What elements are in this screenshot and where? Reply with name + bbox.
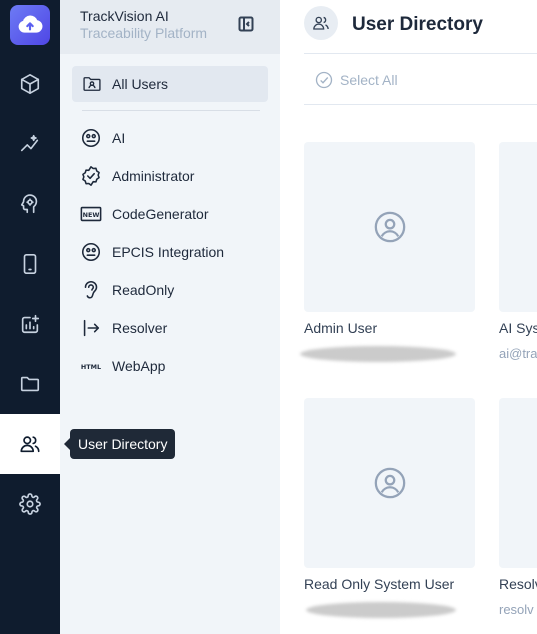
group-item-resolver[interactable]: Resolver bbox=[80, 316, 167, 340]
gear-icon bbox=[19, 493, 41, 515]
group-label: ReadOnly bbox=[112, 282, 175, 298]
folder-icon bbox=[20, 376, 40, 392]
user-folder-icon bbox=[83, 77, 101, 91]
arrow-bar-right-icon bbox=[83, 319, 100, 337]
all-users-item[interactable]: All Users bbox=[72, 66, 268, 102]
nav-insights[interactable] bbox=[0, 114, 60, 174]
group-item-webapp[interactable]: HTML WebApp bbox=[80, 354, 166, 378]
groups-sidebar: TrackVision AI Traceability Platform All… bbox=[60, 0, 280, 634]
nav-cube[interactable] bbox=[0, 54, 60, 114]
user-name: Admin User bbox=[304, 320, 378, 336]
html-icon: HTML bbox=[81, 363, 101, 371]
group-item-readonly[interactable]: ReadOnly bbox=[80, 278, 174, 302]
analytics-icon bbox=[21, 314, 40, 334]
nav-files[interactable] bbox=[0, 354, 60, 414]
user-name: Resolv bbox=[499, 576, 537, 592]
nav-tooltip: User Directory bbox=[63, 429, 176, 459]
sidebar-divider bbox=[82, 110, 260, 111]
users-icon bbox=[313, 16, 329, 30]
page-title-icon bbox=[304, 6, 338, 40]
user-avatar bbox=[499, 142, 537, 312]
main-content: User Directory Select All Admin User AI … bbox=[280, 0, 537, 634]
group-item-administrator[interactable]: Administrator bbox=[80, 164, 194, 188]
mobile-icon bbox=[23, 254, 37, 274]
nav-mobile[interactable] bbox=[0, 234, 60, 294]
select-all-button[interactable]: Select All bbox=[314, 70, 398, 90]
users-icon bbox=[20, 436, 40, 453]
header-divider bbox=[304, 53, 537, 54]
group-label: CodeGenerator bbox=[112, 206, 209, 222]
group-label: EPCIS Integration bbox=[112, 244, 225, 260]
nav-analytics[interactable] bbox=[0, 294, 60, 354]
app-name: TrackVision AI bbox=[80, 8, 169, 24]
user-circle-icon bbox=[374, 467, 405, 499]
app-logo[interactable] bbox=[10, 5, 50, 45]
user-name: Read Only System User bbox=[304, 576, 455, 592]
new-badge-icon: NEW bbox=[80, 206, 102, 222]
group-label: AI bbox=[112, 130, 126, 146]
user-email: ai@tra bbox=[499, 346, 537, 361]
svg-text:HTML: HTML bbox=[81, 363, 101, 371]
collapse-sidebar-button[interactable] bbox=[238, 16, 254, 32]
check-circle-icon bbox=[315, 71, 333, 89]
group-label: Resolver bbox=[112, 320, 168, 336]
sparkle-chart-icon bbox=[20, 134, 39, 152]
nav-ai[interactable] bbox=[0, 174, 60, 234]
sidebar-collapse-icon bbox=[238, 16, 254, 32]
ai-face-icon bbox=[81, 242, 101, 262]
nav-settings[interactable] bbox=[0, 474, 60, 534]
group-item-ai[interactable]: AI bbox=[80, 126, 125, 150]
user-name: AI Sys bbox=[499, 320, 537, 336]
icon-rail bbox=[0, 0, 60, 634]
badge-check-icon bbox=[82, 166, 100, 186]
page-title: User Directory bbox=[352, 14, 483, 35]
cube-icon bbox=[20, 74, 40, 94]
user-circle-icon bbox=[374, 211, 405, 243]
user-avatar bbox=[499, 398, 537, 568]
user-email: resolv bbox=[499, 602, 534, 617]
group-item-codegenerator[interactable]: NEW CodeGenerator bbox=[80, 202, 209, 226]
cloud-upload-icon bbox=[18, 15, 43, 33]
group-item-epcis-integration[interactable]: EPCIS Integration bbox=[80, 240, 224, 264]
ai-face-icon bbox=[81, 128, 101, 148]
redacted-email bbox=[300, 346, 456, 362]
app-subtitle: Traceability Platform bbox=[80, 25, 208, 41]
nav-user-directory[interactable] bbox=[0, 414, 60, 474]
select-all-label: Select All bbox=[340, 72, 398, 88]
redacted-email bbox=[306, 602, 456, 618]
ear-icon bbox=[84, 281, 98, 299]
user-avatar bbox=[304, 142, 475, 312]
svg-text:NEW: NEW bbox=[83, 211, 100, 219]
sidebar-header: TrackVision AI Traceability Platform bbox=[60, 0, 280, 54]
all-users-label: All Users bbox=[112, 76, 169, 92]
brain-gear-icon bbox=[20, 194, 38, 214]
group-label: Administrator bbox=[112, 168, 195, 184]
toolbar-divider bbox=[304, 104, 537, 105]
group-label: WebApp bbox=[112, 358, 166, 374]
user-avatar bbox=[304, 398, 475, 568]
